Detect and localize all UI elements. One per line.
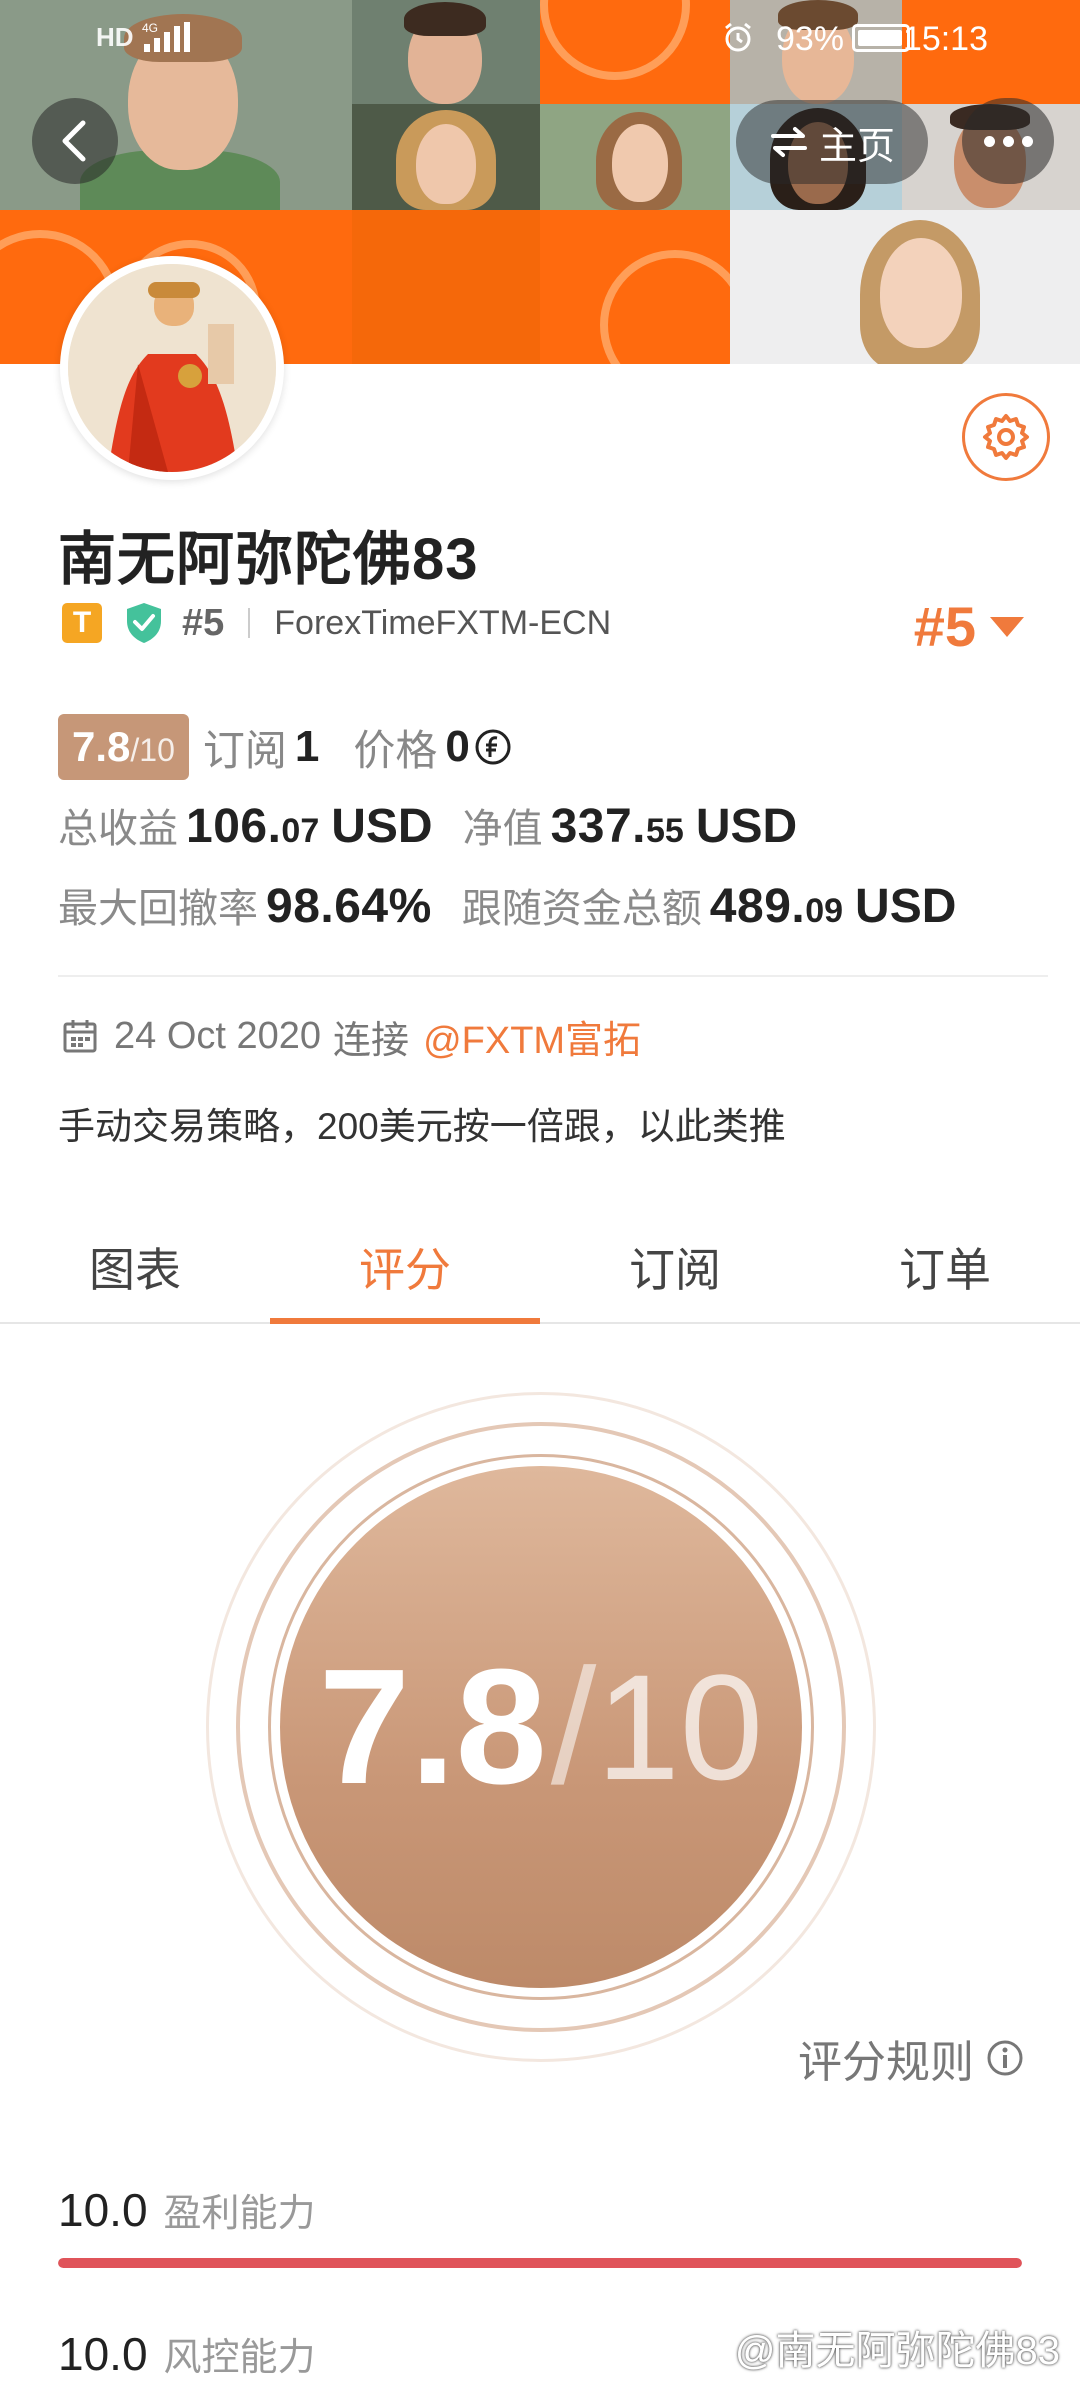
max-drawdown-value: 98.64% [266, 880, 432, 933]
stats-row-1: 总收益 106. 07 USD 净值 337. 55 USD [58, 796, 797, 866]
tab-chart[interactable]: 图表 [0, 1212, 270, 1322]
score-badge-max: /10 [130, 732, 175, 768]
chevron-left-icon [62, 120, 86, 162]
tab-rating[interactable]: 评分 [270, 1212, 540, 1324]
follow-funds-decimals: 09 [805, 892, 844, 930]
score-disc: 7.8 / 10 [280, 1466, 802, 1988]
banner-photo [540, 104, 730, 210]
rating-rules-label: 评分规则 [798, 2038, 974, 2087]
summary-row: 7.8 /10 订阅 1 价格 0 [58, 714, 512, 780]
connection-word: 连接 [333, 1019, 410, 1062]
stats-row-2: 最大回撤率 98.64% 跟随资金总额 489. 09 USD [58, 876, 956, 946]
price-value: 0 [445, 722, 470, 771]
signal-icon: 4G [142, 21, 190, 52]
info-icon [987, 2040, 1023, 2076]
home-button[interactable]: 主页 [736, 100, 928, 184]
gear-icon [983, 414, 1029, 460]
metric-name: 风控能力 [163, 2337, 316, 2379]
username: 南无阿弥陀佛83 [58, 527, 479, 592]
equity-decimals: 55 [646, 812, 684, 850]
total-profit-unit: USD [331, 800, 433, 853]
metric-value: 10.0 [58, 2184, 148, 2236]
profile-meta: T #5 ForexTimeFXTM-ECN [62, 598, 611, 648]
tab-bar: 图表 评分 订阅 订单 [0, 1212, 1080, 1324]
hd-indicator: HD [96, 22, 134, 52]
alarm-icon [725, 22, 751, 52]
avatar-image [68, 264, 276, 472]
battery-percent: 93% [775, 20, 844, 58]
more-dot-icon [1002, 135, 1014, 147]
score-value: 7.8 [318, 1635, 547, 1818]
equity-unit: USD [695, 800, 798, 853]
metric-name: 盈利能力 [163, 2193, 316, 2235]
rank-dropdown[interactable]: #5 [914, 594, 1024, 659]
subscribe-count-value: 1 [294, 722, 320, 771]
svg-text:4G: 4G [142, 21, 158, 35]
score-max: 10 [596, 1642, 764, 1811]
back-button[interactable] [32, 98, 118, 184]
battery-icon [852, 24, 910, 52]
metric-value: 10.0 [58, 2328, 148, 2380]
clock: 15:13 [902, 20, 988, 58]
avatar[interactable] [60, 256, 284, 480]
connection-date: 24 Oct 2020 [114, 1014, 322, 1057]
banner-photo [730, 210, 1080, 364]
home-button-label: 主页 [818, 125, 895, 168]
subscribe-count-label: 订阅 [202, 726, 287, 774]
price-label: 价格 [353, 726, 438, 774]
rank-dropdown-label: #5 [913, 595, 976, 658]
watermark-text: @南无阿弥陀佛83 [734, 2329, 1060, 2373]
score-slash: / [550, 1635, 597, 1818]
rating-rules-link[interactable]: 评分规则 [798, 2026, 1024, 2090]
settings-button[interactable] [962, 393, 1050, 481]
metric-item: 10.0 盈利能力 [58, 2182, 316, 2237]
connection-row: 24 Oct 2020 连接 @FXTM富拓 [62, 1008, 641, 1064]
equity-value: 337. [550, 800, 647, 853]
trader-badge: T [62, 603, 102, 643]
score-badge-value: 7.8 [72, 723, 131, 770]
equity-label: 净值 [462, 807, 543, 851]
total-profit-label: 总收益 [58, 807, 178, 851]
metric-progress-fill [58, 2258, 1022, 2268]
watermark: @南无阿弥陀佛83 [689, 2318, 1060, 2376]
banner-photo [352, 104, 540, 210]
total-profit-value: 106. [186, 800, 282, 853]
strategy-description: 手动交易策略，200美元按一倍跟，以此类推 [58, 1106, 786, 1147]
max-drawdown-label: 最大回撤率 [58, 887, 258, 931]
tab-orders[interactable]: 订单 [810, 1212, 1080, 1322]
broker-link[interactable]: @FXTM富拓 [423, 1009, 641, 1064]
follow-funds-value: 489. [709, 880, 806, 933]
switch-icon [770, 127, 807, 157]
meta-divider [248, 608, 251, 638]
caret-down-icon [990, 616, 1024, 637]
broker-name: ForexTimeFXTM-ECN [274, 603, 612, 642]
more-dot-icon [983, 135, 995, 147]
follow-funds-unit: USD [855, 880, 957, 933]
shield-check-icon [127, 603, 161, 643]
metric-progress-bar [58, 2258, 1022, 2268]
tab-subscriptions[interactable]: 订阅 [540, 1212, 810, 1322]
status-bar: HD 4G 93% 15:13 [0, 0, 1080, 80]
banner-pattern-tile [352, 210, 540, 364]
coin-icon [475, 729, 511, 765]
score-badge: 7.8 /10 [58, 714, 189, 780]
metric-item: 10.0 风控能力 [58, 2326, 316, 2381]
section-divider [58, 975, 1048, 977]
weibo-logo-icon [690, 2331, 727, 2364]
total-profit-decimals: 07 [281, 812, 320, 850]
calendar-icon [63, 1020, 97, 1053]
more-button[interactable] [962, 98, 1054, 184]
follow-funds-label: 跟随资金总额 [461, 887, 702, 931]
more-dot-icon [1021, 135, 1033, 147]
rank-label: #5 [182, 601, 225, 644]
